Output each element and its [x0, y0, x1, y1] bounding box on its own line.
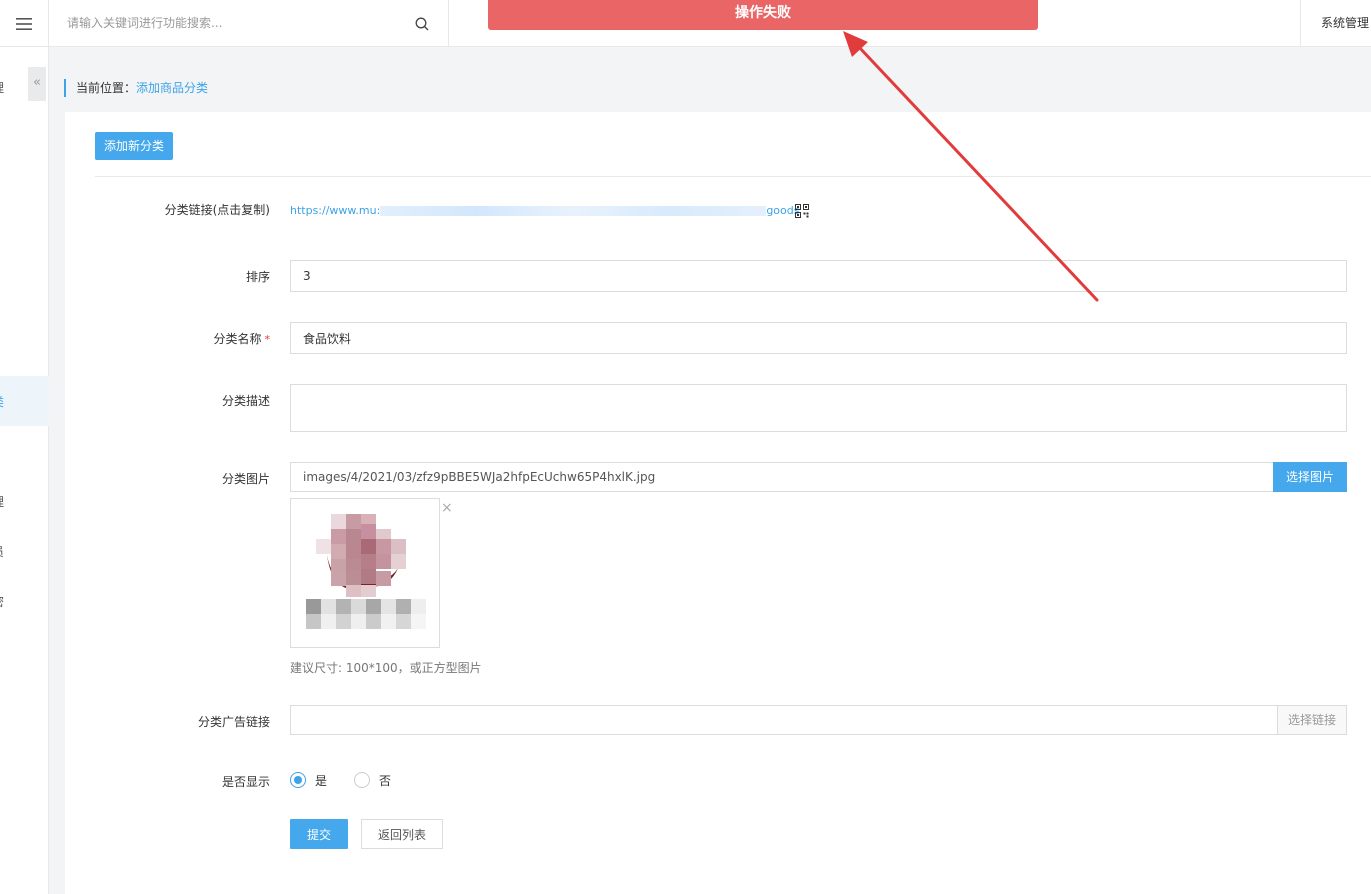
category-link-label: 分类链接(点击复制) — [164, 203, 270, 217]
search-input[interactable] — [67, 12, 407, 34]
remove-image-button[interactable]: × — [441, 500, 453, 516]
image-path-input[interactable]: images/4/2021/03/zfz9pBBE5WJa2hfpEcUchw6… — [290, 462, 1274, 492]
required-mark: * — [264, 333, 271, 346]
sidebar-item-label: 密 — [0, 593, 4, 610]
sidebar-item-label: 理 — [0, 79, 4, 96]
sidebar-item-5[interactable]: 密 — [0, 593, 49, 611]
sidebar-item-label: 员 — [0, 543, 4, 560]
breadcrumb-prefix: 当前位置： — [76, 81, 137, 95]
breadcrumb-current[interactable]: 添加商品分类 — [136, 81, 208, 95]
category-name-label: 分类名称 * — [65, 330, 270, 347]
qrcode-icon[interactable] — [795, 204, 809, 218]
sidebar-item-label: 类 — [0, 393, 4, 410]
ad-link-label: 分类广告链接 — [197, 715, 270, 729]
menu-toggle-button[interactable] — [0, 0, 49, 47]
show-no-radio[interactable]: 否 — [354, 772, 391, 788]
category-desc-textarea[interactable] — [290, 384, 1347, 432]
sidebar-item-4[interactable]: 员 — [0, 543, 49, 561]
show-yes-label: 是 — [315, 773, 328, 788]
hamburger-icon — [16, 17, 32, 30]
show-label: 是否显示 — [221, 775, 270, 789]
radio-circle — [354, 772, 370, 788]
blurred-link-segment — [380, 206, 767, 216]
add-category-button[interactable]: 添加新分类 — [95, 132, 173, 160]
error-toast: 操作失败 — [488, 0, 1038, 30]
back-to-list-button[interactable]: 返回列表 — [361, 819, 443, 849]
image-thumbnail — [290, 498, 440, 648]
category-name-label-text: 分类名称 — [213, 332, 262, 346]
select-image-button[interactable]: 选择图片 — [1273, 462, 1347, 492]
radio-circle-checked — [290, 772, 306, 788]
main-panel: 添加新分类 分类链接(点击复制) https://www.mu: goods 排序… — [65, 112, 1371, 894]
submit-button[interactable]: 提交 — [290, 819, 348, 849]
sidebar-item-category[interactable]: 类 — [0, 376, 49, 426]
sort-label: 排序 — [245, 270, 270, 284]
sort-input[interactable] — [290, 260, 1347, 292]
search-icon[interactable] — [415, 17, 429, 31]
category-link[interactable]: https://www.mu: goods — [290, 204, 799, 217]
divider — [95, 176, 1371, 177]
category-name-input[interactable] — [290, 322, 1347, 354]
system-manage-link[interactable]: 系统管理 — [1300, 0, 1371, 47]
breadcrumb: 当前位置：添加商品分类 — [64, 79, 208, 97]
image-size-hint: 建议尺寸: 100*100，或正方型图片 — [290, 661, 482, 675]
category-image-label: 分类图片 — [221, 472, 270, 486]
sidebar-item-label: 理 — [0, 493, 4, 510]
sidebar: 理 类 理 员 密 — [0, 47, 49, 894]
pixelated-image — [306, 514, 426, 629]
sidebar-collapse-button[interactable]: « — [28, 67, 46, 101]
show-no-label: 否 — [379, 773, 392, 788]
show-yes-radio[interactable]: 是 — [290, 772, 327, 788]
category-desc-label: 分类描述 — [221, 394, 270, 408]
select-link-button[interactable]: 选择链接 — [1277, 705, 1347, 735]
ad-link-input[interactable] — [290, 705, 1278, 735]
search-box — [49, 0, 449, 47]
category-link-prefix: https://www.mu: — [290, 204, 381, 217]
sidebar-item-3[interactable]: 理 — [0, 493, 49, 511]
